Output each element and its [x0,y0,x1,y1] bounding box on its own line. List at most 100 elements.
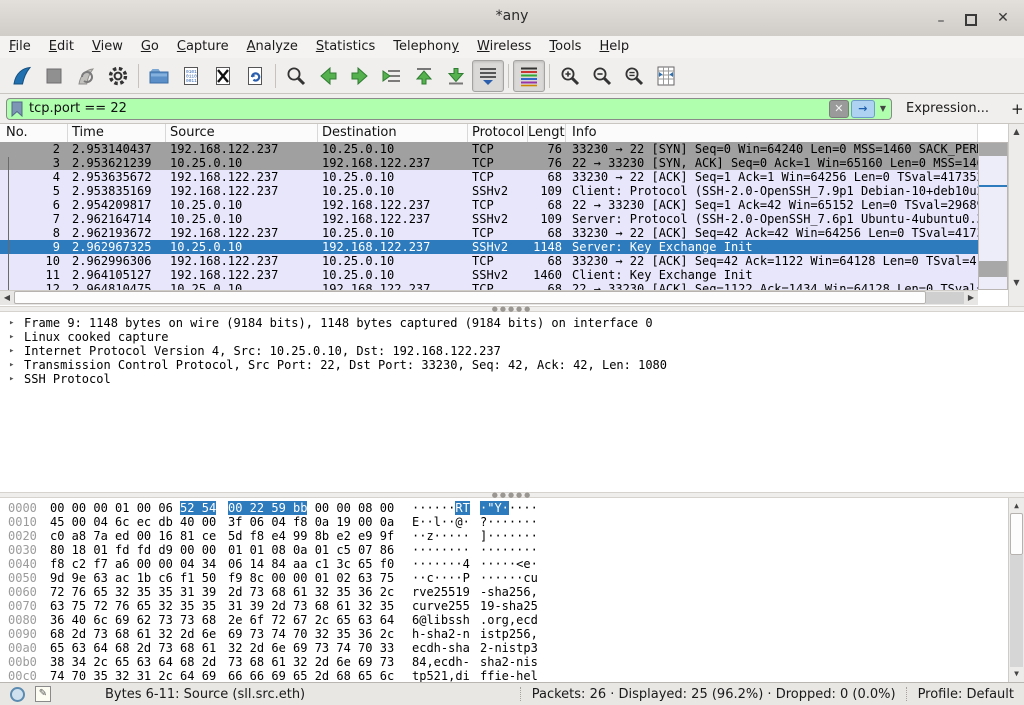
title-bar[interactable]: *any – ✕ [0,0,1024,37]
packet-row-5[interactable]: 52.953835169192.168.122.23710.25.0.10SSH… [0,184,978,198]
hex-scroll-track[interactable] [1010,555,1023,667]
horizontal-scroll-thumb[interactable] [14,291,926,304]
go-forward-button[interactable] [344,60,376,92]
scroll-down-arrow[interactable]: ▼ [1009,276,1024,290]
hex-scroll-thumb[interactable] [1010,513,1023,555]
zoom-out-button[interactable] [586,60,618,92]
hex-row-00a0[interactable]: 00a065 63 64 68 2d 73 68 6132 2d 6e 69 7… [0,641,1024,655]
intelligent-scrollbar-minimap[interactable] [978,142,1008,290]
scroll-down-arrow[interactable]: ▼ [1009,667,1024,681]
menu-item-wireless[interactable]: Wireless [468,36,540,58]
hex-row-00c0[interactable]: 00c074 70 35 32 31 2c 64 6966 66 69 65 2… [0,669,1024,682]
column-header-destination[interactable]: Destination [318,124,468,142]
menu-item-analyze[interactable]: Analyze [238,36,307,58]
menu-item-edit[interactable]: Edit [40,36,83,58]
menu-item-help[interactable]: Help [590,36,638,58]
hex-row-0070[interactable]: 007063 75 72 76 65 32 35 3531 39 2d 73 6… [0,599,1024,613]
menu-item-statistics[interactable]: Statistics [307,36,384,58]
column-header-protocol[interactable]: Protocol [468,124,528,142]
menu-item-telephony[interactable]: Telephony [384,36,468,58]
hex-row-0090[interactable]: 009068 2d 73 68 61 32 2d 6e69 73 74 70 3… [0,627,1024,641]
horizontal-scroll-track[interactable] [926,292,964,304]
menu-item-go[interactable]: Go [132,36,168,58]
column-header-time[interactable]: Time [68,124,166,142]
packet-row-10[interactable]: 102.962996306192.168.122.23710.25.0.10TC… [0,254,978,268]
go-first-button[interactable] [408,60,440,92]
status-profile[interactable]: Profile: Default [918,687,1014,702]
bookmark-icon[interactable] [10,101,24,117]
display-filter-input[interactable]: tcp.port == 22 ✕ → ▼ [6,98,892,120]
detail-line-1[interactable]: ▸Linux cooked capture [0,330,1024,344]
go-to-packet-button[interactable] [376,60,408,92]
auto-scroll-button[interactable] [472,60,504,92]
detail-line-4[interactable]: ▸SSH Protocol [0,372,1024,386]
close-file-button[interactable] [207,60,239,92]
packet-list-horizontal-scrollbar[interactable]: ◀ ▶ [0,290,978,305]
hex-row-0030[interactable]: 003080 18 01 fd fd d9 00 0001 01 08 0a 0… [0,543,1024,557]
expander-icon[interactable]: ▸ [9,358,14,372]
hex-row-0080[interactable]: 008036 40 6c 69 62 73 73 682e 6f 72 67 2… [0,613,1024,627]
minimize-button[interactable]: – [930,8,952,28]
detail-line-2[interactable]: ▸Internet Protocol Version 4, Src: 10.25… [0,344,1024,358]
hex-row-0010[interactable]: 001045 00 04 6c ec db 40 003f 06 04 f8 0… [0,515,1024,529]
scroll-up-arrow[interactable]: ▲ [1009,125,1024,139]
expander-icon[interactable]: ▸ [9,316,14,330]
hex-row-00b0[interactable]: 00b038 34 2c 65 63 64 68 2d73 68 61 32 2… [0,655,1024,669]
zoom-in-button[interactable] [554,60,586,92]
resize-columns-button[interactable] [650,60,682,92]
hex-row-0040[interactable]: 0040f8 c2 f7 a6 00 00 04 3406 14 84 aa c… [0,557,1024,571]
display-filter-value[interactable]: tcp.port == 22 [29,101,829,116]
packet-row-11[interactable]: 112.964105127192.168.122.23710.25.0.10SS… [0,268,978,282]
expression-button[interactable]: Expression... [906,101,989,116]
menu-item-tools[interactable]: Tools [540,36,590,58]
scroll-right-arrow[interactable]: ▶ [964,291,978,305]
expander-icon[interactable]: ▸ [9,372,14,386]
expander-icon[interactable]: ▸ [9,344,14,358]
packet-list-vertical-scrollbar[interactable]: ▲ ▼ [1008,124,1024,306]
detail-line-3[interactable]: ▸Transmission Control Protocol, Src Port… [0,358,1024,372]
zoom-reset-button[interactable] [618,60,650,92]
packet-row-3[interactable]: 32.95362123910.25.0.10192.168.122.237TCP… [0,156,978,170]
start-capture-button[interactable] [6,60,38,92]
column-header-info[interactable]: Info [566,124,978,142]
packet-row-2[interactable]: 22.953140437192.168.122.23710.25.0.10TCP… [0,142,978,156]
menu-item-capture[interactable]: Capture [168,36,238,58]
capture-comment-icon[interactable]: ✎ [35,686,51,702]
detail-line-0[interactable]: ▸Frame 9: 1148 bytes on wire (9184 bits)… [0,316,1024,330]
restart-capture-button[interactable] [70,60,102,92]
reload-file-button[interactable] [239,60,271,92]
close-button[interactable]: ✕ [992,8,1014,28]
column-header-length[interactable]: Length [528,124,566,142]
go-back-button[interactable] [312,60,344,92]
filter-clear-button[interactable]: ✕ [829,100,849,118]
colorize-button[interactable] [513,60,545,92]
packet-row-4[interactable]: 42.953635672192.168.122.23710.25.0.10TCP… [0,170,978,184]
save-file-button[interactable]: 010101100011 [175,60,207,92]
find-packet-button[interactable] [280,60,312,92]
packet-row-9[interactable]: 92.96296732510.25.0.10192.168.122.237SSH… [0,240,978,254]
packet-row-12[interactable]: 122.96481047510.25.0.10192.168.122.237TC… [0,282,978,290]
filter-add-button[interactable]: + [1007,100,1024,118]
stop-capture-button[interactable] [38,60,70,92]
scroll-left-arrow[interactable]: ◀ [0,291,14,305]
packet-row-6[interactable]: 62.95420981710.25.0.10192.168.122.237TCP… [0,198,978,212]
expander-icon[interactable]: ▸ [9,330,14,344]
capture-options-button[interactable] [102,60,134,92]
filter-apply-button[interactable]: → [851,100,875,118]
scroll-up-arrow[interactable]: ▲ [1009,499,1024,513]
filter-dropdown-caret[interactable]: ▼ [880,104,886,113]
hex-row-0050[interactable]: 00509d 9e 63 ac 1b c6 f1 50f9 8c 00 00 0… [0,571,1024,585]
open-file-button[interactable] [143,60,175,92]
menu-item-file[interactable]: File [0,36,40,58]
hex-row-0060[interactable]: 006072 76 65 32 35 35 31 392d 73 68 61 3… [0,585,1024,599]
hex-row-0000[interactable]: 000000 00 00 01 00 06 52 5400 22 59 bb 0… [0,501,1024,515]
hex-vertical-scrollbar[interactable]: ▲ ▼ [1008,498,1024,682]
expert-info-icon[interactable] [10,687,25,702]
menu-item-view[interactable]: View [83,36,132,58]
maximize-button[interactable] [960,8,982,28]
packet-row-7[interactable]: 72.96216471410.25.0.10192.168.122.237SSH… [0,212,978,226]
go-last-button[interactable] [440,60,472,92]
packet-row-8[interactable]: 82.962193672192.168.122.23710.25.0.10TCP… [0,226,978,240]
hex-row-0020[interactable]: 0020c0 a8 7a ed 00 16 81 ce5d f8 e4 99 8… [0,529,1024,543]
column-header-no[interactable]: No. [0,124,68,142]
